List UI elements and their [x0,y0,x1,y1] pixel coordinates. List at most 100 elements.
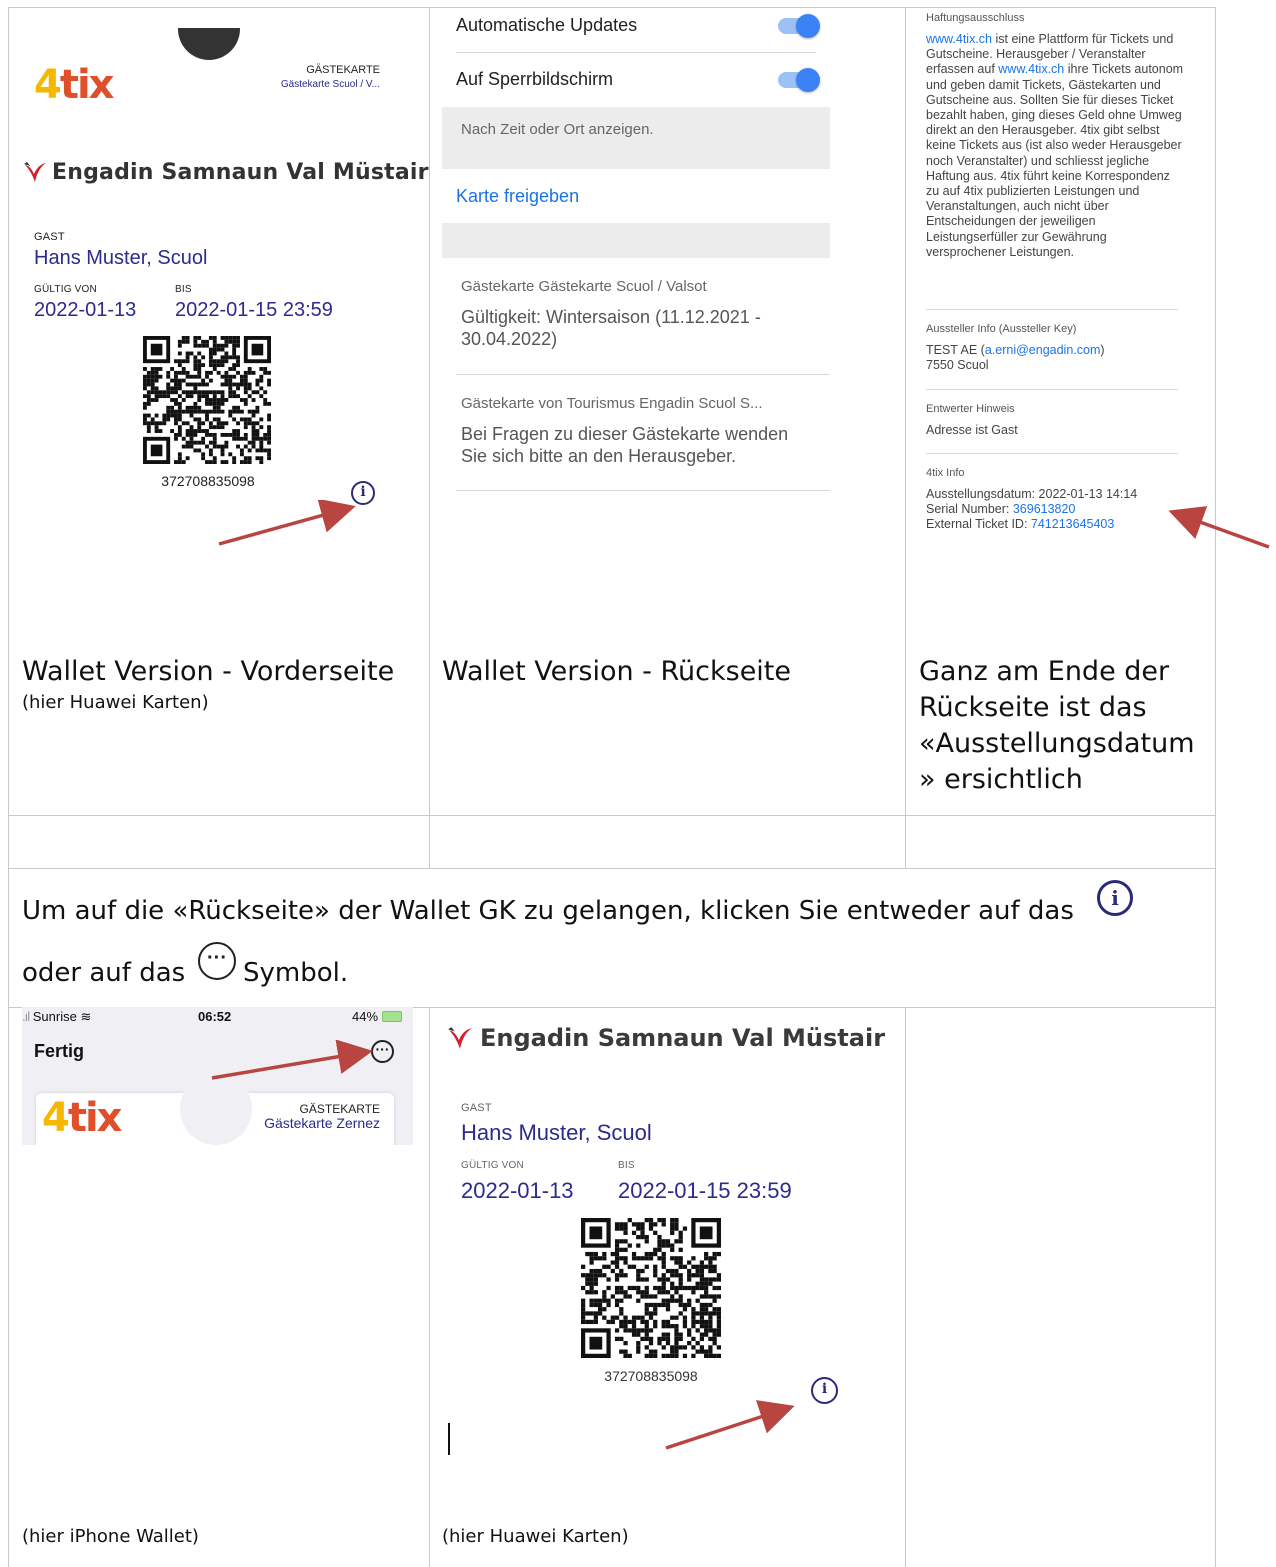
qr-code [581,1218,721,1358]
external-ticket-id: External Ticket ID: 741213645403 [926,517,1114,532]
region-name: Engadin Samnaun Val Müstair [52,160,429,185]
table-border-left [8,7,9,1567]
region-logo [22,160,48,191]
carrier-name: Sunrise [32,1009,77,1024]
instruction-line2b: Symbol. [243,958,349,988]
caption-front-title: Wallet Version - Vorderseite [22,656,395,687]
card-subtitle: Gästekarte Zernez [264,1115,380,1131]
share-card-link[interactable]: Karte freigeben [456,186,579,207]
back-settings-panel: Automatische Updates Auf Sperrbildschirm… [442,8,830,491]
valid-from-label: GÜLTIG VON [34,284,97,295]
info-icon: i [1097,880,1133,916]
issuer-line2: 7550 Scuol [926,358,989,372]
issuer-name: TEST AE ( [926,343,985,357]
caption-end-note: Ganz am Ende der Rückseite ist das «Auss… [919,656,1195,795]
issue-date: Ausstellungsdatum: 2022-01-13 14:14 [926,487,1138,501]
hint-band [442,107,830,169]
status-battery: 44% [352,1009,402,1024]
external-id-label: External Ticket ID: [926,517,1031,531]
divider [926,309,1178,310]
wifi-icon: ≋ [80,1009,92,1024]
region-swoosh-icon [24,162,46,182]
qr-code [143,336,271,464]
guest-label: GAST [461,1102,492,1114]
item1-title: Gästekarte Gästekarte Scuol / Valsot [461,278,707,295]
back-details-panel: Haftungsausschluss www.4tix.ch ist eine … [926,12,1186,260]
disclaimer-part: ihre Tickets autonom und geben damit Tic… [926,62,1184,259]
more-icon: ··· [198,942,236,980]
signal-icon: .ıl [22,1009,30,1024]
card-notch [178,28,240,68]
serial-label: Serial Number: [926,502,1013,516]
done-button[interactable]: Fertig [34,1041,84,1062]
table-col-divider [429,7,430,868]
divider [456,374,830,375]
table-col-divider [905,7,906,868]
valid-to-value: 2022-01-15 23:59 [175,299,333,321]
disclaimer-text: www.4tix.ch ist eine Plattform für Ticke… [926,32,1186,260]
item2-body: Bei Fragen zu dieser Gästekarte wenden S… [461,424,789,466]
status-carrier: .ıl Sunrise ≋ [22,1009,91,1025]
spacer-band [442,223,830,258]
serial-link[interactable]: 369613820 [1013,502,1076,516]
disclaimer-label: Haftungsausschluss [926,12,1025,24]
disclaimer-link[interactable]: www.4tix.ch [926,32,992,46]
divider [456,52,816,53]
divider [926,453,1178,454]
card-type: GÄSTEKARTE [306,64,380,76]
serial-number: Serial Number: 369613820 [926,502,1075,517]
annotation-arrow [211,1040,373,1080]
annotation-arrow [1168,506,1270,549]
toggle-lock-screen[interactable] [778,68,820,92]
info-label: 4tix Info [926,467,965,479]
caption-huawei: (hier Huawei Karten) [442,1526,629,1547]
brand-logo: 4tix [42,1095,122,1141]
divider [456,490,830,491]
table-col-divider [429,1007,430,1567]
region-name: Engadin Samnaun Val Müstair [480,1024,886,1052]
table-col-divider [905,1007,906,1567]
divider [926,389,1178,390]
annotation-arrow [665,1400,795,1450]
toggle-auto-updates[interactable] [778,14,820,38]
battery-icon [381,1011,402,1022]
table-border-right [1215,7,1216,1567]
item2-title: Gästekarte von Tourismus Engadin Scuol S… [461,395,763,412]
validator-value: Adresse ist Gast [926,423,1018,437]
valid-to-label: BIS [618,1160,635,1171]
caption-back-title: Wallet Version - Rückseite [442,656,792,687]
issuer-paren: ) [1100,343,1105,357]
status-time: 06:52 [198,1009,232,1024]
instruction-line2a: oder auf das [22,958,186,988]
info-icon[interactable]: i [811,1377,838,1404]
valid-from-value: 2022-01-13 [34,299,137,321]
valid-from-value: 2022-01-13 [461,1178,574,1203]
disclaimer-link[interactable]: www.4tix.ch [998,62,1064,76]
battery-percent: 44% [352,1009,379,1024]
validator-label: Entwerter Hinweis [926,403,1015,415]
valid-to-label: BIS [175,284,192,295]
region-logo [446,1025,474,1058]
hint-text: Nach Zeit oder Ort anzeigen. [461,121,654,138]
caption-iphone: (hier iPhone Wallet) [22,1526,199,1547]
card-subtitle: Gästekarte Scuol / V... [280,79,380,90]
valid-from-label: GÜLTIG VON [461,1160,524,1171]
annotation-arrow [218,500,356,546]
issuer-email-link[interactable]: a.erni@engadin.com [985,343,1101,357]
setting-auto-updates-label: Automatische Updates [456,15,638,35]
valid-to-value: 2022-01-15 23:59 [618,1178,792,1203]
ticket-code: 372708835098 [604,1368,698,1384]
guest-label: GAST [34,231,65,243]
brand-logo: 4tix [34,62,114,108]
issuer-label: Aussteller Info (Aussteller Key) [926,323,1077,335]
external-id-link[interactable]: 741213645403 [1031,517,1114,531]
table-row-divider [8,815,1216,816]
guest-name: Hans Muster, Scuol [461,1120,652,1145]
ticket-code: 372708835098 [161,473,255,489]
issuer-line1: TEST AE (a.erni@engadin.com) [926,343,1105,358]
guest-name: Hans Muster, Scuol [34,247,208,269]
table-row-divider [8,868,1216,869]
card-type: GÄSTEKARTE [299,1102,380,1116]
caption-front-sub: (hier Huawei Karten) [22,692,209,713]
region-swoosh-icon [448,1027,472,1049]
